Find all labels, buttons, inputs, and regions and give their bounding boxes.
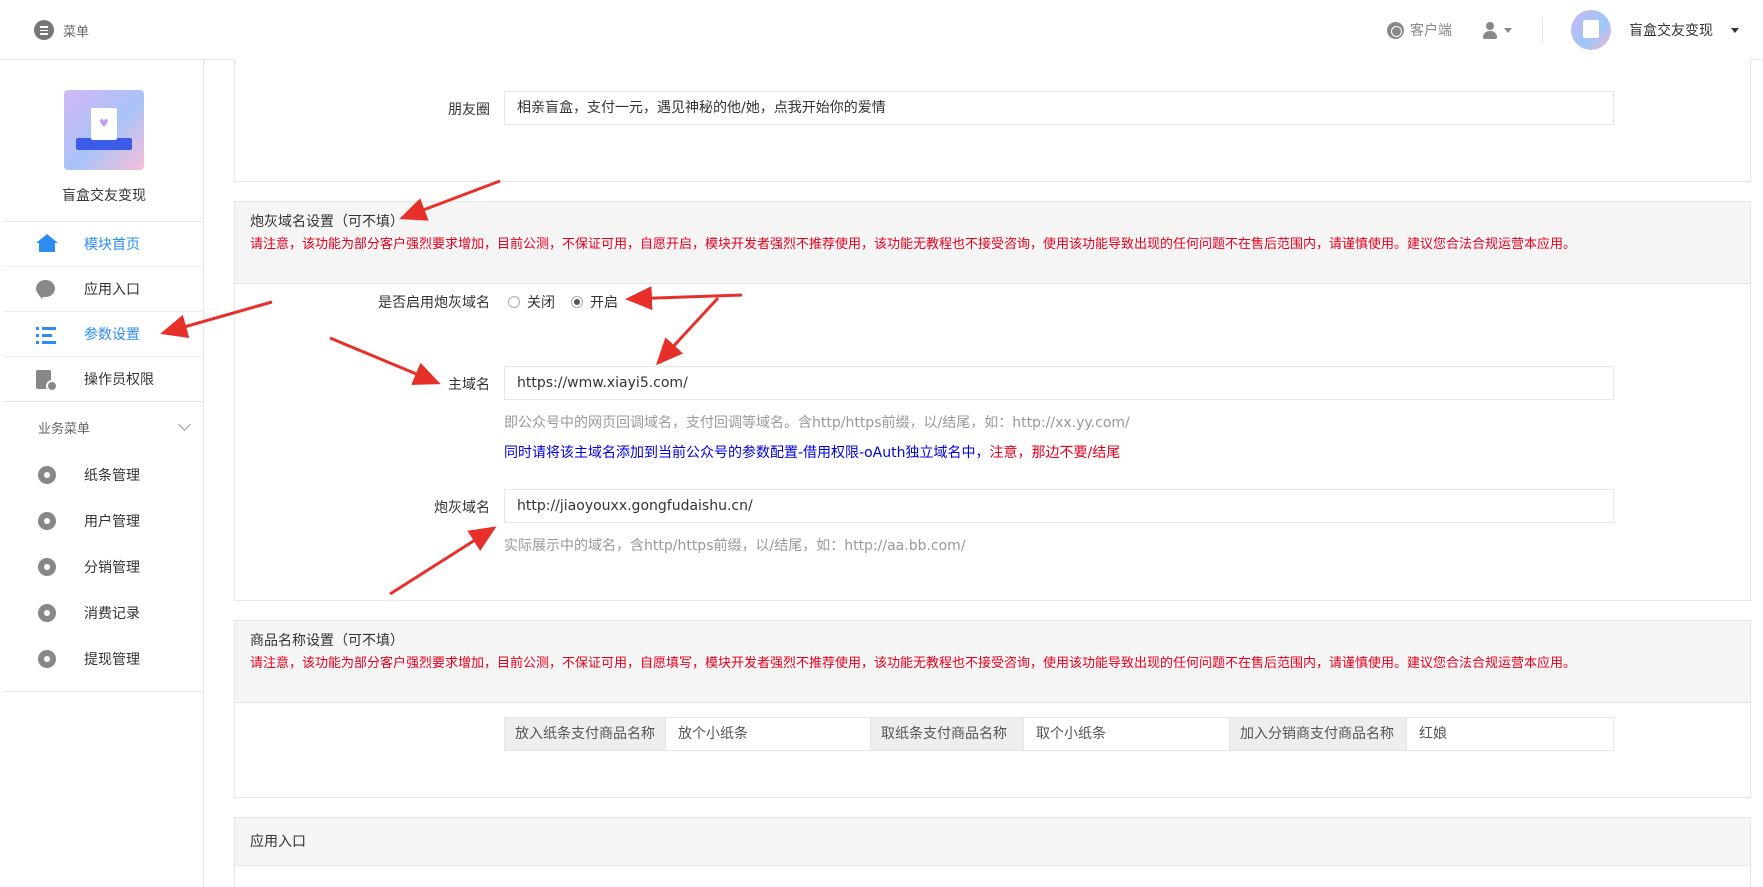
panel-header: 应用入口 [235,818,1750,866]
sidebar-item-operator-permissions[interactable]: 操作员权限 [4,357,203,402]
gear-icon [38,650,56,668]
cannon-domain-label: 炮灰域名 [434,500,490,516]
note-text: 同时请将该主域名添加到当前公众号的参数配置-借用权限-oAuth独立域名中， [504,445,990,461]
sidebar-item-users[interactable]: 用户管理 [4,498,203,544]
panel-header: 炮灰域名设置（可不填） 请注意，该功能为部分客户强烈要求增加，目前公测，不保证可… [235,202,1750,284]
product-name-panel: 商品名称设置（可不填） 请注意，该功能为部分客户强烈要求增加，目前公测，不保证可… [234,620,1751,798]
sidebar-item-label: 操作员权限 [84,372,154,388]
distributor-label: 加入分销商支付商品名称 [1229,717,1407,751]
chat-icon [36,280,55,299]
sidebar-item-label: 模块首页 [84,237,140,253]
main-domain-help-note: 同时请将该主域名添加到当前公众号的参数配置-借用权限-oAuth独立域名中，注意… [504,442,1120,462]
take-note-input[interactable]: 取个小纸条 [1023,717,1230,751]
top-bar: 菜单 客户端 盲盒交友变现 [0,0,1763,60]
domain-settings-panel: 炮灰域名设置（可不填） 请注意，该功能为部分客户强烈要求增加，目前公测，不保证可… [234,201,1751,601]
client-label: 客户端 [1410,23,1452,39]
radio-label: 关闭 [527,295,555,311]
module-profile: ♥ 盲盒交友变现 [4,60,203,222]
sidebar-item-distribution[interactable]: 分销管理 [4,544,203,590]
chevron-down-icon [178,418,191,431]
caret-down-icon [1504,27,1512,33]
panel-title: 炮灰域名设置（可不填） [250,214,404,230]
cannon-domain-help: 实际展示中的域名，含http/https前缀，以/结尾，如：http://aa.… [504,538,966,554]
sidebar-item-consumption[interactable]: 消费记录 [4,590,203,636]
user-icon [1482,21,1498,39]
app-entry-panel: 应用入口 [234,817,1751,887]
main-domain-label: 主域名 [448,377,490,393]
radio-button[interactable] [508,296,520,308]
panel-title: 商品名称设置（可不填） [250,633,404,649]
sidebar-item-notes[interactable]: 纸条管理 [4,452,203,498]
main-domain-help: 即公众号中的网页回调域名，支付回调等域名。含http/https前缀，以/结尾，… [504,415,1130,431]
sidebar-item-app-entry[interactable]: 应用入口 [4,267,203,312]
group-title: 业务菜单 [38,421,91,437]
gear-icon [38,558,56,576]
sidebar-item-withdraw[interactable]: 提现管理 [4,636,203,682]
menu-label: 菜单 [63,24,90,40]
radio-on[interactable]: 开启 [571,292,618,312]
sidebar-item-label: 用户管理 [84,514,140,530]
sidebar: ♥ 盲盒交友变现 模块首页 应用入口 参数设置 操作员权限 业务菜单 纸条管理 … [0,60,204,887]
radio-label: 开启 [590,295,618,311]
sidebar-group-business[interactable]: 业务菜单 [4,402,203,452]
cannon-domain-input[interactable]: http://jiaoyouxx.gongfudaishu.cn/ [504,489,1614,523]
radio-off[interactable]: 关闭 [508,292,555,312]
sidebar-item-label: 应用入口 [84,282,140,298]
sidebar-item-label: 消费记录 [84,606,140,622]
gear-icon [38,604,56,622]
caret-down-icon [1731,27,1739,33]
sidebar-item-label: 参数设置 [84,327,140,343]
home-icon [36,234,58,252]
share-input[interactable]: 相亲盲盒，支付一元，遇见神秘的他/她，点我开始你的爱情 [504,91,1614,125]
divider [1542,17,1543,43]
distributor-input[interactable]: 红娘 [1406,717,1614,751]
enable-label: 是否启用炮灰域名 [378,295,490,311]
module-logo: ♥ [64,90,144,170]
client-link[interactable]: 客户端 [1387,20,1452,40]
divider [4,682,203,692]
share-label: 朋友圈 [448,102,490,118]
sidebar-item-label: 纸条管理 [84,468,140,484]
sidebar-item-label: 分销管理 [84,560,140,576]
share-panel: 朋友圈 相亲盲盒，支付一元，遇见神秘的他/她，点我开始你的爱情 [234,59,1751,182]
take-note-label: 取纸条支付商品名称 [870,717,1024,751]
account-name: 盲盒交友变现 [1629,23,1713,39]
account-menu[interactable]: 盲盒交友变现 [1571,10,1739,50]
panel-header: 商品名称设置（可不填） 请注意，该功能为部分客户强烈要求增加，目前公测，不保证可… [235,621,1750,703]
avatar [1571,10,1611,50]
radio-button-checked[interactable] [571,296,583,308]
note-warning: 注意，那边不要/结尾 [989,445,1121,461]
menu-toggle[interactable]: 菜单 [34,20,89,40]
sidebar-item-home[interactable]: 模块首页 [4,222,203,267]
menu-icon [34,20,54,40]
warning-text: 请注意，该功能为部分客户强烈要求增加，目前公测，不保证可用，自愿开启，模块开发者… [250,237,1577,252]
sidebar-item-label: 提现管理 [84,652,140,668]
main-domain-input[interactable]: https://wmw.xiayi5.com/ [504,366,1614,400]
globe-icon [1387,21,1404,39]
sidebar-item-settings[interactable]: 参数设置 [4,312,203,357]
user-dropdown[interactable] [1482,21,1512,39]
gear-icon [38,512,56,530]
list-icon [36,325,56,345]
panel-title: 应用入口 [250,834,306,850]
gear-icon [38,466,56,484]
warning-text: 请注意，该功能为部分客户强烈要求增加，目前公测，不保证可用，自愿填写，模块开发者… [250,656,1577,671]
document-icon [36,370,58,392]
module-name: 盲盒交友变现 [62,188,146,204]
put-note-input[interactable]: 放个小纸条 [665,717,871,751]
put-note-label: 放入纸条支付商品名称 [504,717,666,751]
